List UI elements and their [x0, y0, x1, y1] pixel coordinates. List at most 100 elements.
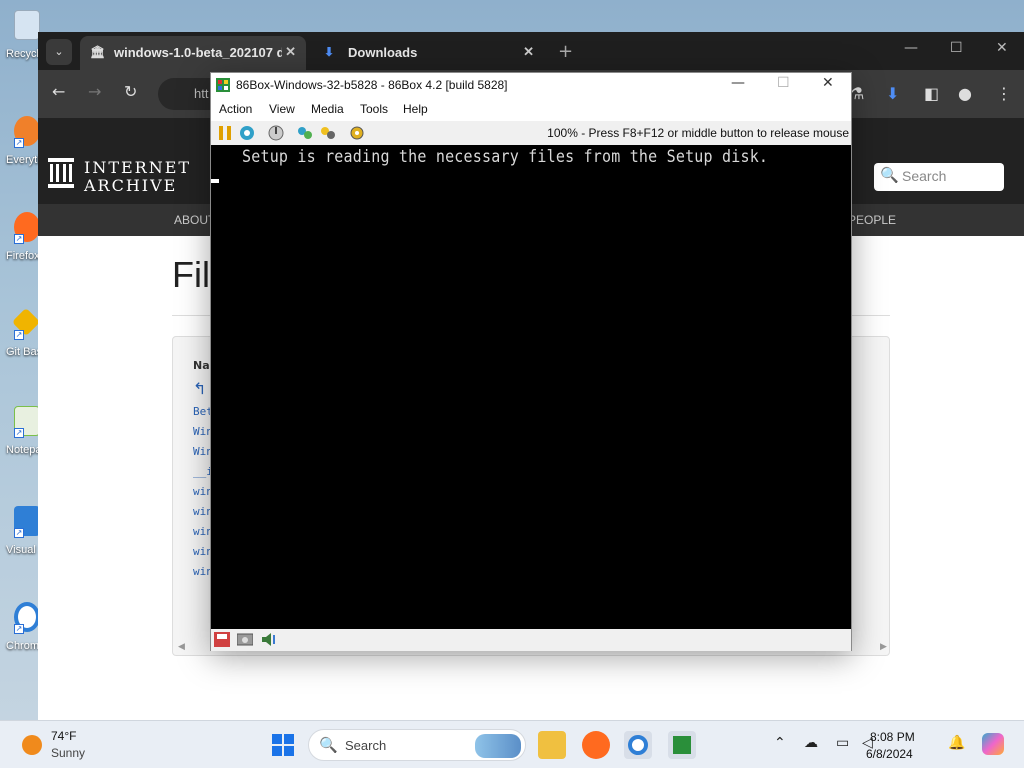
86box-taskbar-icon[interactable]	[668, 731, 696, 759]
back-icon[interactable]: ←	[52, 82, 65, 101]
tab-title: Downloads	[348, 45, 418, 60]
taskbar-search-placeholder: Search	[345, 738, 387, 753]
desktop-icon-everything[interactable]: ↗ Everything	[0, 110, 40, 174]
nav-people[interactable]: PEOPLE	[848, 213, 896, 227]
side-panel-icon[interactable]: ◧	[924, 84, 939, 103]
notification-bell-icon[interactable]: 🔔	[948, 735, 965, 751]
desktop-icon-notepad-plus-plus[interactable]: ↗ Notepad++	[0, 400, 40, 464]
forward-icon[interactable]: →	[88, 82, 101, 101]
86box-window: 86Box-Windows-32-b5828 - 86Box 4.2 [buil…	[210, 72, 852, 651]
desktop-icon-vscode[interactable]: ↗ Visual Studio Code	[0, 500, 40, 580]
logo-line-1: INTERNET	[84, 158, 192, 177]
close-tab-icon[interactable]: ✕	[523, 44, 534, 60]
logo-line-2: ARCHIVE	[84, 176, 178, 195]
archive-icon: 🏛	[90, 45, 106, 59]
86box-titlebar[interactable]: 86Box-Windows-32-b5828 - 86Box 4.2 [buil…	[211, 73, 851, 99]
download-icon: ⬇	[324, 45, 335, 59]
hard-reset-icon[interactable]	[238, 124, 256, 142]
desktop-icon-label: Chrome	[6, 640, 40, 652]
reload-icon[interactable]: ↻	[124, 82, 137, 101]
menu-icon[interactable]: ⋮	[996, 84, 1012, 103]
86box-menubar: Action View Media Tools Help	[211, 99, 851, 121]
tab-downloads[interactable]: ⬇ Downloads ✕	[314, 36, 544, 70]
profile-icon[interactable]: ●	[958, 84, 972, 103]
shortcut-arrow-icon: ↗	[14, 138, 24, 148]
hard-disk-icon[interactable]	[237, 632, 253, 647]
text-cursor	[211, 179, 219, 183]
menu-view[interactable]: View	[269, 102, 295, 116]
parent-directory-icon[interactable]: ↰	[193, 379, 206, 398]
chrome-taskbar-icon[interactable]	[624, 731, 652, 759]
copilot-icon[interactable]	[982, 733, 1004, 755]
weather-condition[interactable]: Sunny	[51, 746, 85, 760]
tab-strip: ⌄ 🏛 windows-1.0-beta_202107 direc ✕ ⬇ Do…	[38, 32, 1024, 70]
86box-maximize-button[interactable]: ☐	[777, 75, 790, 91]
start-button[interactable]	[272, 734, 294, 756]
search-icon: 🔍	[880, 167, 899, 184]
archive-temple-icon	[48, 158, 74, 188]
close-tab-icon[interactable]: ✕	[285, 44, 296, 60]
search-icon: 🔍	[319, 736, 338, 754]
chevron-up-icon[interactable]: ⌃	[774, 735, 786, 751]
lab-icon[interactable]: ⚗	[850, 84, 864, 103]
shortcut-arrow-icon: ↗	[14, 624, 24, 634]
shortcut-arrow-icon: ↗	[14, 330, 24, 340]
menu-action[interactable]: Action	[219, 102, 252, 116]
desktop-icon-label: Notepad++	[6, 444, 40, 456]
tab-archive[interactable]: 🏛 windows-1.0-beta_202107 direc ✕	[80, 36, 306, 70]
taskbar-search[interactable]: 🔍 Search	[308, 729, 526, 761]
desktop-icon-label: Firefox	[6, 250, 40, 262]
desktop-icon-firefox[interactable]: ↗ Firefox	[0, 206, 40, 270]
86box-status-message: 100% - Press F8+F12 or middle button to …	[547, 126, 849, 140]
shortcut-arrow-icon: ↗	[14, 428, 24, 438]
scroll-right-icon[interactable]: ▶	[880, 642, 887, 652]
address-text: htt	[194, 86, 209, 101]
new-tab-button[interactable]: +	[558, 41, 573, 62]
minimize-button[interactable]: —	[904, 40, 918, 56]
chevron-down-icon: ⌄	[54, 45, 64, 58]
display-icon[interactable]: ▭	[836, 735, 849, 751]
menu-media[interactable]: Media	[311, 102, 344, 116]
sun-icon[interactable]	[22, 735, 42, 755]
taskbar: 74°F Sunny 🔍 Search ⌃ ☁ ▭ ◁ 8:08 PM 6/8/…	[0, 720, 1024, 768]
scroll-left-icon[interactable]: ◀	[178, 642, 185, 652]
firefox-taskbar-icon[interactable]	[582, 731, 610, 759]
pause-icon[interactable]	[216, 124, 234, 142]
weather-temperature[interactable]: 74°F	[51, 729, 76, 743]
sound-icon[interactable]	[261, 632, 277, 647]
clock-time[interactable]: 8:08 PM	[870, 730, 915, 744]
search-highlight-image	[475, 734, 521, 758]
file-explorer-icon[interactable]	[538, 731, 566, 759]
desktop-icon-label: Git Bash	[6, 346, 40, 358]
power-icon[interactable]	[267, 124, 285, 142]
settings-icon[interactable]	[319, 124, 337, 142]
86box-minimize-button[interactable]: —	[731, 75, 745, 91]
floppy-drive-icon[interactable]	[214, 632, 230, 647]
ctrl-alt-del-icon[interactable]	[296, 124, 314, 142]
emulator-screen[interactable]: Setup is reading the necessary files fro…	[211, 145, 851, 629]
tab-title: windows-1.0-beta_202107 direc	[114, 45, 282, 60]
search-placeholder: Search	[902, 168, 947, 184]
desktop-icon-label: Visual Studio Code	[6, 544, 40, 556]
onedrive-icon[interactable]: ☁	[804, 735, 818, 751]
desktop-icon-git-bash[interactable]: ↗ Git Bash	[0, 302, 40, 366]
maximize-button[interactable]: ☐	[950, 40, 963, 56]
shortcut-arrow-icon: ↗	[14, 234, 24, 244]
desktop-icon-label: Recycle Bin	[6, 48, 40, 60]
86box-window-title: 86Box-Windows-32-b5828 - 86Box 4.2 [buil…	[236, 78, 508, 92]
menu-help[interactable]: Help	[403, 102, 428, 116]
close-button[interactable]: ✕	[996, 40, 1008, 56]
desktop-icon-label: Everything	[6, 154, 40, 166]
tab-search-button[interactable]: ⌄	[46, 39, 72, 65]
ia-search-input[interactable]: 🔍 Search	[874, 163, 1004, 191]
page-title: Fil	[172, 254, 210, 295]
gear-icon[interactable]	[348, 124, 366, 142]
86box-close-button[interactable]: ✕	[822, 75, 834, 91]
desktop-icon-chrome[interactable]: ↗ Chrome	[0, 596, 40, 660]
menu-tools[interactable]: Tools	[360, 102, 388, 116]
download-status-icon[interactable]: ⬇	[886, 84, 899, 103]
clock-date[interactable]: 6/8/2024	[866, 747, 913, 761]
desktop-icon-recycle-bin[interactable]: Recycle Bin	[0, 4, 40, 68]
recycle-bin-icon	[14, 10, 40, 40]
86box-app-icon	[216, 78, 230, 92]
